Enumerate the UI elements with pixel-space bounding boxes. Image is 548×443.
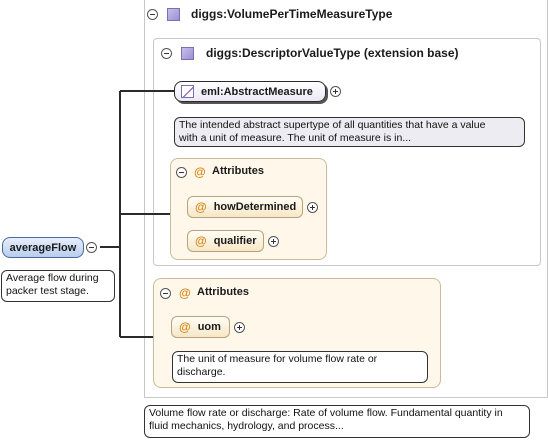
base-collapse-button[interactable] — [161, 48, 172, 59]
root-doc-line-2: packer test stage. — [6, 285, 89, 297]
abstract-measure-element[interactable]: eml:AbstractMeasure — [174, 81, 326, 102]
root-element[interactable]: averageFlow — [2, 237, 84, 258]
type-name: diggs:VolumePerTimeMeasureType — [191, 7, 393, 21]
attributes-inner-collapse-button[interactable] — [176, 167, 187, 178]
attribute-howdetermined[interactable]: @ howDetermined — [187, 196, 303, 218]
attribute-at-icon: @ — [179, 320, 191, 334]
abstract-element-icon — [181, 85, 194, 98]
uom-doc-line-2: discharge. — [177, 366, 226, 378]
root-connector — [100, 246, 120, 248]
abstract-measure-expand-button[interactable] — [330, 86, 341, 97]
attribute-at-icon: @ — [195, 200, 207, 214]
qualifier-expand-button[interactable] — [268, 236, 279, 247]
attributes-outer-label: Attributes — [197, 286, 249, 298]
type-doc: Volume flow rate or discharge: Rate of v… — [144, 405, 530, 438]
attribute-howdetermined-label: howDetermined — [213, 201, 297, 213]
uom-doc-line-1: The unit of measure for volume flow rate… — [177, 353, 378, 365]
type-collapse-button[interactable] — [147, 9, 158, 20]
abstract-measure-label: eml:AbstractMeasure — [201, 85, 313, 98]
abstract-measure-doc: The intended abstract supertype of all q… — [174, 117, 525, 147]
attribute-uom-label: uom — [197, 321, 221, 333]
connector-attributes-inner — [120, 213, 174, 215]
abstract-measure-doc-line-1: The intended abstract supertype of all q… — [179, 119, 486, 131]
root-collapse-button[interactable] — [86, 242, 97, 253]
root-doc: Average flow during packer test stage. — [1, 270, 115, 302]
complex-type-icon — [167, 8, 180, 21]
root-element-label: averageFlow — [9, 241, 77, 254]
attribute-at-icon: @ — [179, 286, 191, 300]
howdetermined-expand-button[interactable] — [307, 202, 318, 213]
attributes-inner-label: Attributes — [212, 165, 264, 177]
root-doc-line-1: Average flow during — [6, 272, 99, 284]
attribute-at-icon: @ — [194, 165, 206, 179]
type-doc-line-1: Volume flow rate or discharge: Rate of v… — [149, 407, 503, 419]
attribute-uom[interactable]: @ uom — [171, 316, 230, 338]
uom-doc: The unit of measure for volume flow rate… — [172, 351, 428, 383]
attributes-outer-collapse-button[interactable] — [160, 288, 171, 299]
base-type-icon — [181, 47, 194, 60]
type-doc-line-2: fluid mechanics, hydrology, and process.… — [149, 420, 344, 432]
attribute-qualifier-label: qualifier — [213, 235, 257, 247]
uom-expand-button[interactable] — [234, 322, 245, 333]
abstract-measure-doc-line-2: with a unit of measure. The unit of meas… — [179, 132, 412, 144]
connector-abstract — [120, 90, 174, 92]
base-type-name: diggs:DescriptorValueType (extension bas… — [206, 46, 459, 60]
attribute-at-icon: @ — [195, 234, 207, 248]
attribute-qualifier[interactable]: @ qualifier — [187, 230, 264, 252]
